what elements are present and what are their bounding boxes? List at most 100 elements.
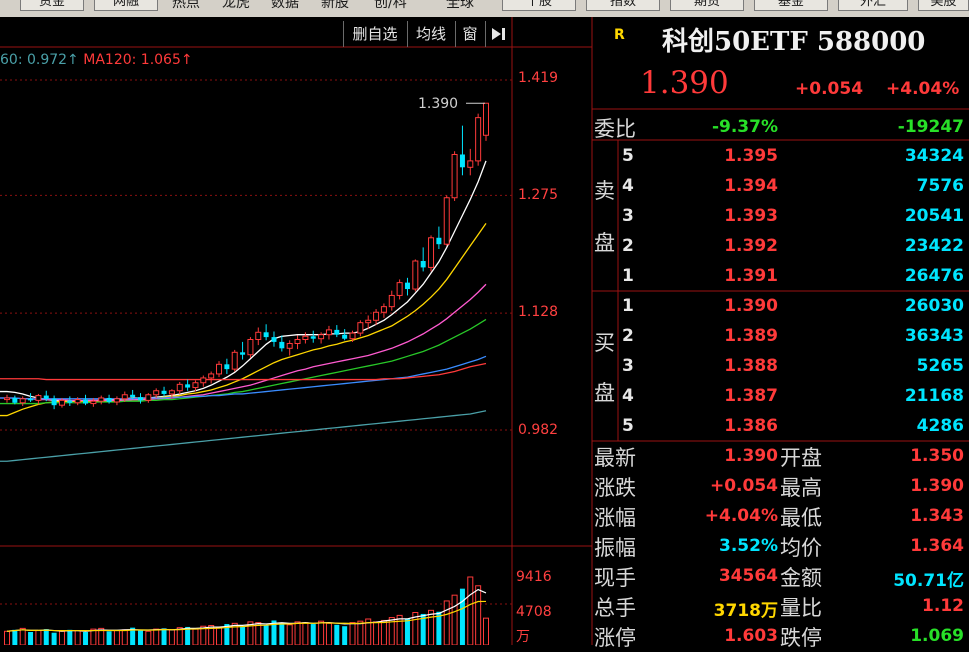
- volume-bar: [279, 623, 285, 645]
- buy-volume: 21168: [904, 386, 964, 406]
- stat-label: 涨停: [594, 626, 636, 650]
- candle-body: [192, 382, 199, 389]
- buy-volume: 26030: [904, 296, 964, 316]
- volume-bar: [161, 628, 167, 645]
- candle: [404, 277, 410, 296]
- buy-side-label-top: 买: [594, 331, 615, 355]
- sell-level: 2: [622, 236, 634, 256]
- sell-level: 4: [622, 176, 634, 196]
- candle-body: [263, 332, 269, 338]
- volume-bar: [380, 619, 387, 645]
- candle-body: [185, 384, 191, 388]
- candle: [428, 235, 435, 272]
- buy-level: 4: [622, 386, 634, 406]
- stat-label: 最高: [780, 476, 822, 500]
- buy-level: 3: [622, 356, 634, 376]
- volume-bar: [428, 609, 435, 645]
- candle-body: [176, 383, 183, 392]
- sell-price: 1.392: [724, 236, 778, 256]
- price-change: +0.054: [795, 79, 864, 99]
- candle-body: [294, 338, 301, 345]
- volume-bar: [342, 626, 348, 645]
- buy-volume: 4286: [916, 416, 964, 436]
- candle-body: [428, 237, 435, 268]
- stat-label: 开盘: [780, 446, 822, 470]
- price-tick: 1.419: [518, 70, 559, 86]
- candle: [247, 337, 254, 358]
- security-title: 科创50ETF 588000: [662, 27, 926, 57]
- candle-body: [388, 294, 395, 308]
- candle: [200, 375, 207, 387]
- volume-bar: [153, 628, 160, 645]
- candle-body: [255, 331, 262, 340]
- candle-body: [443, 197, 450, 245]
- collapse-right-icon[interactable]: [485, 21, 512, 47]
- candlestick-series: [4, 102, 489, 410]
- candle-body: [51, 398, 57, 406]
- candle: [310, 330, 316, 343]
- candle: [67, 396, 73, 406]
- candle-body: [90, 400, 97, 405]
- window-button[interactable]: 窗: [455, 21, 484, 47]
- candle-body: [35, 395, 42, 401]
- candle: [98, 395, 105, 405]
- sell-volume: 7576: [916, 176, 964, 196]
- sell-level: 5: [622, 146, 634, 166]
- stat-label: 量比: [780, 596, 822, 620]
- candle: [334, 325, 340, 338]
- stat-value: 1.350: [910, 446, 964, 466]
- candle-body: [279, 341, 285, 349]
- candle-body: [420, 261, 426, 268]
- volume-bar: [4, 630, 10, 645]
- ma120-value: MA120: 1.065↑: [83, 52, 193, 68]
- candle: [216, 361, 223, 378]
- candle-body: [98, 397, 105, 402]
- candle-body: [475, 117, 482, 162]
- volume-bar: [74, 630, 81, 645]
- candle-body: [286, 343, 293, 349]
- r-badge: R: [614, 27, 625, 43]
- candle-body: [247, 338, 254, 356]
- volume-bar: [168, 629, 175, 645]
- buy-volume: 5265: [916, 356, 964, 376]
- volume-bar: [467, 576, 474, 645]
- remove-watchlist-button[interactable]: 删自选: [343, 21, 406, 47]
- sell-price: 1.393: [724, 206, 778, 226]
- candle-body: [373, 311, 380, 321]
- stat-value: 1.364: [910, 536, 964, 556]
- candle: [279, 335, 285, 352]
- candle-body: [231, 351, 238, 370]
- candle: [83, 394, 89, 406]
- candle-body: [28, 398, 34, 401]
- stat-label: 涨幅: [594, 506, 636, 530]
- high-price-label: 1.390: [418, 96, 458, 112]
- candle: [137, 393, 143, 404]
- buy-level: 2: [622, 326, 634, 346]
- sell-volume: 34324: [904, 146, 964, 166]
- weibi-label: 委比: [594, 117, 636, 141]
- sell-side-label-bottom: 盘: [594, 231, 615, 255]
- candle-body: [19, 398, 26, 404]
- volume-bar: [58, 630, 65, 645]
- volume-bar: [318, 620, 325, 645]
- moving-average-lines: [0, 160, 487, 462]
- volume-bar: [357, 620, 364, 645]
- chart-toolbar: 删自选 均线 窗: [343, 21, 513, 47]
- candle: [436, 226, 442, 249]
- candle: [231, 349, 238, 372]
- price-tick: 1.128: [518, 304, 559, 320]
- candle: [240, 341, 246, 360]
- stat-label: 振幅: [594, 536, 636, 560]
- candle-body: [113, 398, 120, 403]
- price-tick: 1.275: [518, 187, 559, 203]
- sell-price: 1.391: [724, 266, 778, 286]
- buy-level: 5: [622, 416, 634, 436]
- volume-bar: [302, 622, 309, 645]
- stat-value: +4.04%: [704, 506, 778, 526]
- candle-body: [342, 334, 348, 339]
- stat-label: 均价: [780, 536, 822, 560]
- buy-price: 1.390: [724, 296, 778, 316]
- candle-body: [200, 377, 207, 384]
- volume-unit: 万: [516, 629, 530, 645]
- ma-lines-button[interactable]: 均线: [407, 21, 454, 47]
